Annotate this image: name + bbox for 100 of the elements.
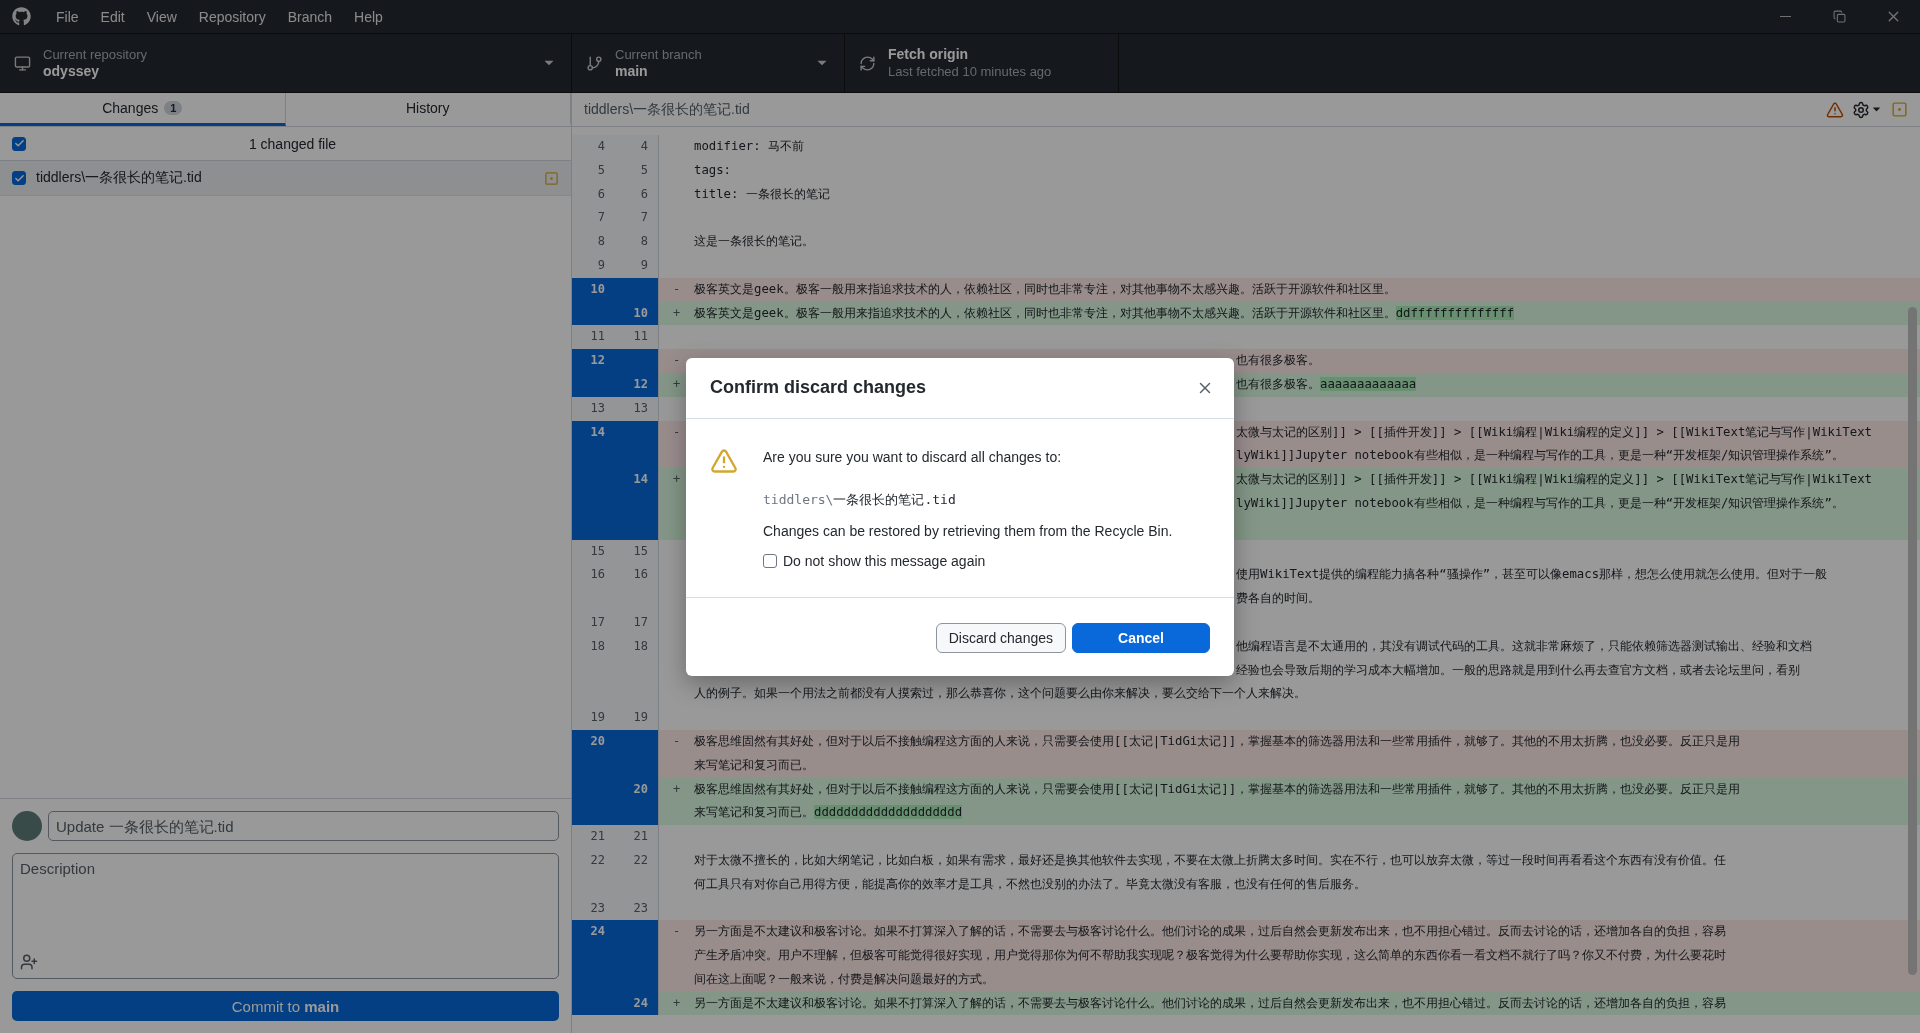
- minimize-icon: [1779, 16, 1791, 17]
- line-number[interactable]: 21: [615, 825, 659, 849]
- line-number[interactable]: 15: [615, 539, 659, 564]
- code-line: 使用WikiText提供的编程能力搞各种“骚操作”，甚至可以像emacs那样，想怎么使用就怎么使用。但对于一般: [1236, 566, 1828, 584]
- line-number[interactable]: 24: [615, 991, 659, 1016]
- line-number[interactable]: 7: [615, 206, 659, 231]
- line-number[interactable]: 6: [615, 182, 659, 207]
- diff-file-path: tiddlers\一条很长的笔记.tid: [584, 100, 751, 119]
- code-line: lyWiki]]Jupyter notebook有些相似，是一种编程与写作的工具，更是一种“开发框架/知识管理操作系统”。: [1236, 447, 1844, 465]
- user-avatar: [12, 811, 42, 841]
- line-number[interactable]: 7: [572, 206, 615, 231]
- code-line: 太微与太记的区别]] > [[插件开发]] > [[Wiki编程|Wiki编程的定义]] > [[WikiText笔记与写作|WikiText: [1236, 423, 1872, 442]
- monitor-icon: [14, 54, 31, 72]
- line-number[interactable]: 15: [572, 539, 615, 564]
- description-input[interactable]: Description: [12, 853, 559, 979]
- dont-show-checkbox[interactable]: [763, 553, 777, 568]
- dialog-title: Confirm discard changes: [710, 377, 928, 398]
- file-path: tiddlers\一条很长的笔记.tid: [763, 490, 956, 509]
- line-number[interactable]: 6: [572, 182, 615, 207]
- code-line: 极客思维固然有其好处，但对于以后不接触编程这方面的人来说，只需要会使用[[太记|TidGi太记]]，掌握基本的筛选器用法和一些常用插件，就够了。其他的不用太折腾，也没必要。反正只是用: [694, 732, 1741, 751]
- line-number[interactable]: 24: [572, 920, 615, 992]
- code-line: modifier: 马不前: [694, 138, 805, 155]
- code-line: 来写笔记和复习而已。: [694, 756, 814, 774]
- line-number[interactable]: 22: [615, 848, 659, 897]
- line-number[interactable]: 19: [615, 706, 659, 730]
- code-line: tags:: [694, 161, 732, 179]
- line-number[interactable]: 19: [572, 706, 615, 730]
- code-line: 极客思维固然有其好处，但对于以后不接触编程这方面的人来说，只需要会使用[[太记|TidGi太记]]，掌握基本的筛选器用法和一些常用插件，就够了。其他的不用太折腾，也没必要。反正只是用: [694, 780, 1741, 799]
- code-line: 何工具只有对你自己用得方便，能提高你的效率才是工具，不然也没别的办法了。毕竟太微没有客服，也没有任何的售后服务。: [694, 875, 1366, 893]
- code-line: 来写笔记和复习而已。dddddddddddddddddddd: [694, 804, 963, 822]
- menu-item[interactable]: Edit: [89, 0, 136, 33]
- line-number[interactable]: 23: [615, 896, 659, 921]
- line-number[interactable]: 8: [615, 230, 659, 254]
- line-number[interactable]: 16: [615, 563, 659, 611]
- line-number[interactable]: 11: [615, 325, 659, 350]
- code-line: 另一方面是不太建议和极客讨论。如果不打算深入了解的话，不需要去与极客讨论什么。他们讨论的成果，过后自然会更新发布出来，也不用担心错过。反而去讨论的话，还增加各自的负担，容易: [694, 923, 1726, 941]
- line-number[interactable]: 13: [572, 396, 615, 421]
- line-number[interactable]: 22: [572, 848, 615, 897]
- code-line: 他编程语言是不太通用的，其没有调试代码的工具。这就非常麻烦了，只能依赖筛选器测试输出、经验和文档: [1236, 637, 1812, 655]
- line-number[interactable]: 9: [615, 254, 659, 278]
- line-number[interactable]: 18: [572, 634, 615, 707]
- line-number[interactable]: 5: [572, 158, 615, 183]
- line-number[interactable]: 11: [572, 325, 615, 350]
- line-number[interactable]: 20: [615, 777, 659, 826]
- menu-item[interactable]: View: [135, 0, 188, 33]
- diff-sign: +: [672, 994, 681, 1012]
- commit-button[interactable]: Commit to main: [12, 991, 559, 1021]
- line-number[interactable]: 16: [572, 563, 615, 611]
- checkbox-label: Do not show this message again: [783, 552, 986, 569]
- cancel-button[interactable]: Cancel: [1072, 622, 1210, 653]
- code-line: 经验也会导致后期的学习成本大幅增加。一般的思路就是用到什么再去查官方文档，或者去论坛里问，看别: [1236, 661, 1800, 679]
- menu-item[interactable]: Repository: [187, 0, 277, 33]
- warning-icon: [710, 446, 738, 475]
- discard-button[interactable]: Discard changes: [935, 622, 1066, 653]
- menu-item[interactable]: File: [45, 0, 90, 33]
- line-number[interactable]: 12: [572, 349, 615, 373]
- dialog-note: Changes can be restored by retrieving them from the Recycle Bin.: [763, 521, 1173, 541]
- line-number[interactable]: 5: [615, 158, 659, 183]
- line-number[interactable]: 17: [572, 610, 615, 635]
- scrollbar-thumb[interactable]: [1908, 307, 1917, 975]
- line-number[interactable]: 17: [615, 610, 659, 635]
- line-number[interactable]: 10: [572, 277, 615, 302]
- line-number[interactable]: 8: [572, 230, 615, 254]
- line-number[interactable]: 12: [615, 372, 659, 397]
- code-line: 间在这上面呢？一般来说，付费是解决问题最好的方式。: [694, 970, 994, 988]
- dialog-message: Are you sure you want to discard all changes to:: [763, 447, 1062, 467]
- menu-item[interactable]: Branch: [276, 0, 344, 33]
- tab[interactable]: Changes 1: [0, 93, 286, 126]
- count-badge: 1: [164, 101, 183, 115]
- diff-sign: -: [672, 280, 681, 298]
- line-number[interactable]: 13: [615, 396, 659, 421]
- file-row[interactable]: tiddlers\一条很长的笔记.tid: [0, 161, 571, 196]
- select-all-checkbox[interactable]: [12, 136, 26, 151]
- line-number[interactable]: 21: [572, 825, 615, 849]
- diff-sign: +: [672, 780, 681, 798]
- diff-sign: -: [672, 923, 681, 941]
- file-checkbox[interactable]: [12, 171, 26, 185]
- code-line: 费各自的时间。: [1236, 590, 1320, 608]
- code-line: title: 一条很长的笔记: [694, 185, 830, 203]
- line-number[interactable]: 18: [615, 634, 659, 707]
- line-number[interactable]: 10: [615, 301, 659, 326]
- code-line: lyWiki]]Jupyter notebook有些相似，是一种编程与写作的工具，更是一种“开发框架/知识管理操作系统”。: [1236, 494, 1844, 512]
- diff-sign: +: [672, 304, 681, 322]
- line-number[interactable]: 14: [572, 420, 615, 469]
- diff-sign: -: [672, 732, 681, 750]
- add-coauthor-icon[interactable]: [20, 953, 38, 971]
- summary-input[interactable]: Update 一条很长的笔记.tid: [48, 811, 559, 841]
- line-number[interactable]: 9: [572, 254, 615, 278]
- menu-item[interactable]: Help: [343, 0, 394, 33]
- line-number[interactable]: 23: [572, 896, 615, 921]
- line-number[interactable]: 4: [615, 135, 659, 159]
- line-number[interactable]: 20: [572, 729, 615, 778]
- file-path: tiddlers\一条很长的笔记.tid: [36, 169, 203, 187]
- github-logo-icon: [12, 7, 31, 26]
- code-line: 人的例子。如果一个用法之前都没有人摸索过，那么恭喜你，这个问题要么由你来解决，要么交给下一个人来解决。: [694, 685, 1306, 703]
- diff-sign: +: [672, 375, 681, 393]
- line-number[interactable]: 4: [572, 135, 615, 159]
- line-number[interactable]: 14: [615, 468, 659, 540]
- refresh-icon: [859, 54, 876, 72]
- warning-icon[interactable]: [1826, 100, 1844, 119]
